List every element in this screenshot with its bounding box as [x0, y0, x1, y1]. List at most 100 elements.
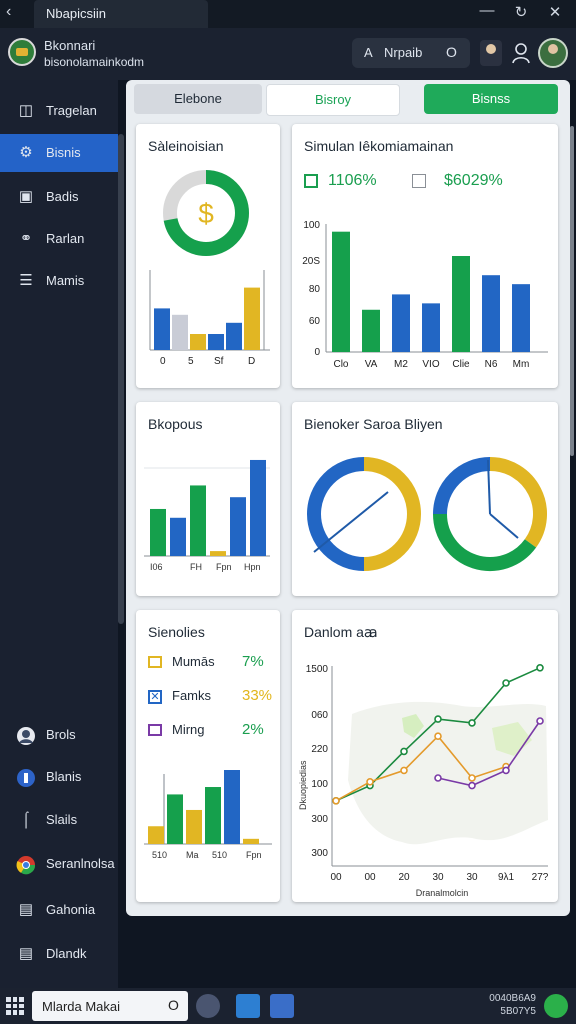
bkopous-tick-0: I06 — [150, 562, 163, 572]
sidebar-scrollbar[interactable] — [118, 134, 124, 624]
person-icon[interactable] — [512, 42, 530, 64]
sales-bar-3 — [208, 334, 224, 350]
search-value: Nrpaib — [384, 45, 423, 60]
tray-app-icon[interactable] — [544, 994, 568, 1018]
close-icon[interactable]: ✕ — [544, 3, 566, 21]
start-grid-icon[interactable] — [6, 997, 24, 1015]
danlom-point-orange-2 — [400, 766, 408, 775]
sales-bar-5 — [244, 287, 260, 350]
sales-bar-0 — [154, 308, 170, 350]
tab-bisnss[interactable]: Bisnss — [424, 84, 558, 114]
tab-elebone[interactable]: Elebone — [134, 84, 262, 114]
taskbar-app-avatar[interactable] — [196, 994, 220, 1018]
taskbar-search-text: Mlarda Makai — [42, 999, 121, 1014]
danlom-point-green-5 — [502, 679, 510, 687]
sidebar-item-dlandk[interactable]: ▤ Dlandk — [0, 935, 118, 973]
bienoker-donut-charts — [307, 457, 547, 571]
dollar-symbol: $ — [198, 198, 214, 229]
document-icon: ▤ — [18, 945, 34, 962]
sidebar-item-blanis[interactable]: Blanis — [0, 758, 118, 796]
danlom-xtick-1: 00 — [364, 872, 376, 883]
main-scrollbar[interactable] — [570, 126, 574, 456]
danlom-point-purple-0 — [434, 774, 442, 782]
search-prefix: A — [364, 45, 373, 60]
window-tab[interactable]: Nbapicsiin — [34, 0, 208, 28]
sidebar-item-bisnis[interactable]: ⚙ Bisnis — [0, 134, 118, 172]
bienoker-left-segment-0 — [363, 457, 421, 571]
sim-ytick-80: 80 — [309, 284, 321, 295]
bkopous-bar-3 — [210, 551, 226, 556]
sidebar-item-label: Bisnis — [46, 145, 81, 160]
sales-tick-3: D — [248, 356, 255, 367]
tab-bisroy[interactable]: Bisroy — [266, 84, 400, 116]
taskbar-app-files[interactable] — [236, 994, 260, 1018]
simulation-bar-3 — [422, 303, 440, 352]
search-input[interactable]: A Nrpaib O — [352, 38, 470, 68]
account-subtitle: bisonolamainkodm — [44, 55, 145, 69]
sienolies-bar-0 — [148, 826, 164, 844]
sidebar-item-label: Badis — [46, 189, 79, 204]
sidebar-item-brols[interactable]: Brols — [0, 716, 118, 754]
danlom-point-green-2 — [400, 747, 408, 756]
sidebar-item-badis[interactable]: ▣ Badis — [0, 178, 118, 216]
danlom-y-label: Dkuopiedias — [298, 760, 308, 810]
bienoker-left-segment-1 — [307, 457, 365, 571]
bkopous-bar-chart: I06 FH Fpn Hpn — [144, 459, 270, 572]
sales-bar-4 — [226, 322, 242, 350]
minimize-icon[interactable]: — — [476, 2, 498, 19]
sales-tick-2: Sf — [214, 356, 224, 367]
danlom-xtick-0: 00 — [330, 872, 342, 883]
bkopous-bar-5 — [250, 459, 266, 556]
sidebar-item-label: Seranlnolsa — [46, 856, 115, 871]
bkopous-tick-3: Hpn — [244, 562, 261, 572]
simulation-bar-4 — [452, 256, 470, 352]
sidebar-item-label: Dlandk — [46, 946, 87, 961]
back-arrow-icon[interactable]: ‹ — [6, 3, 11, 21]
bkopous-bar-0 — [150, 508, 166, 556]
sienolies-bar-chart: 510 Ma 510 Fpn — [144, 770, 272, 860]
sienolies-bar-5 — [243, 838, 259, 844]
window-titlebar: ‹ Nbapicsiin — ↻ ✕ — [0, 0, 576, 28]
sidebar-item-label: Blanis — [46, 769, 82, 784]
danlom-ytick-2: 220 — [311, 744, 328, 755]
sim-ytick-100: 100 — [303, 220, 320, 231]
sidebar-item-mamis[interactable]: ☰ Mamis — [0, 262, 118, 300]
account-name: Bkonnari — [44, 38, 96, 53]
sidebar-item-seranlnolsa[interactable]: Seranlnolsa — [0, 845, 118, 883]
restore-icon[interactable]: ↻ — [510, 3, 532, 21]
monitor-icon: ▤ — [18, 901, 34, 918]
search-icon[interactable]: O — [446, 44, 457, 60]
sim-ytick-0: 0 — [314, 347, 320, 358]
sien-tick-0: 510 — [152, 850, 167, 860]
sidebar: ◫ Tragelan ⚙ Bisnis ▣ Badis ⚭ Rarlan ☰ M… — [0, 80, 118, 988]
main-panel: Elebone Bisroy Bisnss Sàleinoisian $ 0 5… — [126, 80, 570, 916]
danlom-x-label: Dranalmolcin — [416, 888, 469, 898]
simulation-bars — [332, 231, 530, 352]
sidebar-item-tragelan[interactable]: ◫ Tragelan — [0, 92, 118, 130]
bienoker-right-segment-0 — [489, 457, 547, 548]
app-logo[interactable] — [8, 38, 36, 66]
taskbar-app-store[interactable] — [270, 994, 294, 1018]
sim-xtick-3: VIO — [422, 359, 439, 370]
taskbar: Mlarda Makai O 0040B6A9 5B07Y5 — [0, 988, 576, 1024]
danlom-xtick-4: 30 — [466, 872, 478, 883]
sidebar-item-label: Gahonia — [46, 902, 96, 917]
danlom-x-ticks: 00 00 20 30 30 9λ1 27? — [330, 872, 548, 883]
sidebar-item-slails[interactable]: ⌠ Slails — [0, 801, 118, 839]
danlom-xtick-6: 27? — [532, 872, 549, 883]
sienolies-bar-4 — [224, 770, 240, 844]
danlom-point-orange-0 — [332, 797, 340, 805]
sidebar-item-gahonia[interactable]: ▤ Gahonia — [0, 891, 118, 929]
chart-icon: ⌠ — [21, 811, 31, 828]
layout-icon: ◫ — [18, 102, 34, 119]
sidebar-item-rarlan[interactable]: ⚭ Rarlan — [0, 220, 118, 258]
taskbar-search[interactable]: Mlarda Makai O — [32, 991, 188, 1021]
bkopous-bar-4 — [230, 497, 246, 556]
danlom-point-orange-4 — [468, 774, 476, 782]
user-thumbnail[interactable] — [480, 40, 502, 66]
danlom-ytick-5: 300 — [311, 848, 328, 859]
clock-line-2: 5B07Y5 — [500, 1006, 536, 1017]
sales-bars — [154, 287, 260, 350]
bienoker-right-segment-2 — [433, 457, 491, 515]
profile-avatar[interactable] — [538, 38, 568, 68]
